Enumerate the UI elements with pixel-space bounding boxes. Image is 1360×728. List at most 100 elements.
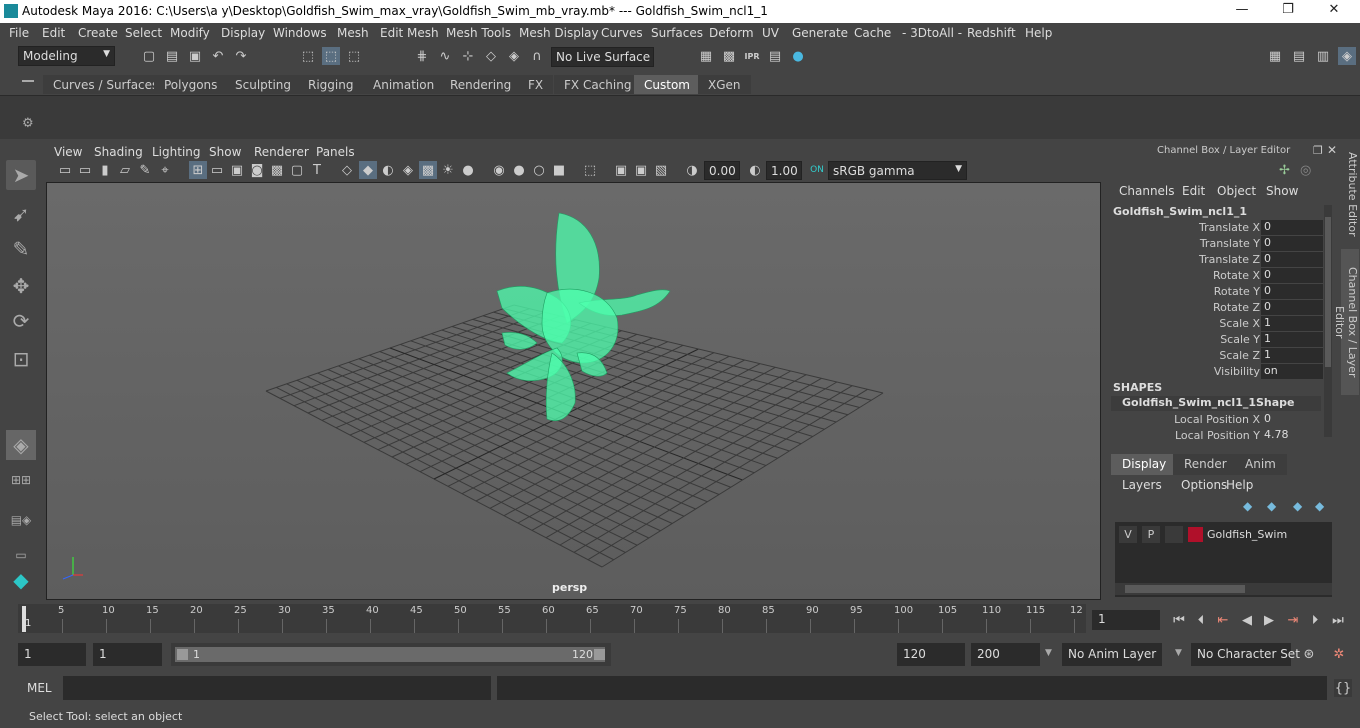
channels-menu[interactable]: Channels [1119,184,1175,198]
undo-icon[interactable]: ↶ [209,47,227,65]
new-scene-icon[interactable]: ▢ [140,47,158,65]
frame-all-icon[interactable]: ▧ [652,161,670,179]
channel-attr-label[interactable]: Translate Y [1200,237,1260,250]
menu-display[interactable]: Display [221,26,265,40]
channel-scrollbar[interactable] [1324,205,1332,437]
shelf-settings-gear-icon[interactable]: ⚙ [22,116,34,131]
exposure-icon[interactable]: ◑ [683,161,701,179]
multisample-aa-icon[interactable]: ● [510,161,528,179]
channel-attr-row[interactable]: Visibility on [1111,364,1323,380]
textured-icon[interactable]: ◈ [399,161,417,179]
channel-attr-row[interactable]: Scale X1 [1111,316,1323,332]
viewport-menu-panels[interactable]: Panels [316,145,355,159]
layer-options-menu[interactable]: Options [1181,478,1227,492]
menu-windows[interactable]: Windows [273,26,327,40]
current-frame-field[interactable]: 1 [1092,610,1160,630]
layer-scrollbar-thumb[interactable] [1125,585,1245,593]
camera-select-icon[interactable]: ▭ [56,161,74,179]
xray-joints-icon[interactable]: ▣ [612,161,630,179]
gamma-field[interactable]: 1.00 [766,161,802,180]
range-slider-handle[interactable] [175,647,605,662]
layer-help-menu[interactable]: Help [1226,478,1253,492]
menu-mesh[interactable]: Mesh [337,26,369,40]
modeling-toolkit-icon[interactable]: ▦ [1266,47,1284,65]
select-component-icon[interactable]: ⬚ [345,47,363,65]
channel-object-menu[interactable]: Object [1217,184,1256,198]
viewport-menu-view[interactable]: View [54,145,82,159]
channel-attr-value[interactable]: 1 [1261,332,1323,347]
channel-attr-value[interactable]: 0 [1261,252,1323,267]
menu-uv[interactable]: UV [762,26,779,40]
outliner-layout-icon[interactable]: ▤◈ [6,505,36,535]
paint-select-tool-icon[interactable]: ✎ [6,234,36,264]
layer-display-type-toggle[interactable] [1165,526,1183,543]
menu-edit-mesh[interactable]: Edit Mesh [380,26,439,40]
channel-show-menu[interactable]: Show [1266,184,1298,198]
smooth-shading-icon[interactable]: ◆ [359,161,377,179]
channel-attr-row[interactable]: Rotate Y0 [1111,284,1323,300]
shelf-tab-animation[interactable]: Animation [363,75,445,94]
channel-attr-row[interactable]: Scale Z1 [1111,348,1323,364]
range-slider[interactable]: 1 120 [171,643,611,666]
shape-attr-label[interactable]: Local Position Y [1175,429,1260,442]
menu-file[interactable]: File [9,26,29,40]
channel-attr-value[interactable]: 0 [1261,236,1323,251]
close-panel-icon[interactable]: ✕ [1327,143,1337,157]
layer-row[interactable]: V P Goldfish_Swim [1118,526,1333,544]
step-forward-frame-icon[interactable]: ⏵ [1306,611,1324,629]
anim-layer-chevron-down-icon[interactable]: ▼ [1045,648,1052,658]
shelf-tab-polygons[interactable]: Polygons [154,75,228,94]
move-layer-up-icon[interactable]: ◆ [1243,499,1252,513]
layer-tab-render[interactable]: Render [1173,454,1238,475]
channel-attr-label[interactable]: Scale X [1219,317,1260,330]
two-d-pan-icon[interactable]: ⌖ [156,161,174,179]
layer-name[interactable]: Goldfish_Swim [1207,528,1287,541]
world-axis-icon[interactable]: ✢ [1279,163,1290,178]
shelf-tab-custom[interactable]: Custom [634,75,700,94]
shelf-tab-fx[interactable]: FX [518,75,554,94]
xray-icon[interactable]: ⬚ [581,161,599,179]
mode-select[interactable]: Modeling ▼ [18,46,115,66]
channel-attr-row[interactable]: Translate Z0 [1111,252,1323,268]
channel-attr-label[interactable]: Scale Y [1220,333,1260,346]
animation-preferences-icon[interactable]: ✲ [1330,645,1348,663]
menu-select[interactable]: Select [125,26,162,40]
menu-curves[interactable]: Curves [601,26,643,40]
auto-key-icon[interactable]: ⊛ [1300,645,1318,663]
channel-attr-label[interactable]: Translate X [1199,221,1260,234]
open-scene-icon[interactable]: ▤ [163,47,181,65]
field-chart-icon[interactable]: ▩ [268,161,286,179]
viewport-menu-renderer[interactable]: Renderer [254,145,309,159]
channel-box-tab[interactable]: Channel Box / Layer Editor [1333,249,1359,395]
attribute-editor-tab[interactable]: Attribute Editor [1341,149,1359,239]
menu-edit[interactable]: Edit [42,26,65,40]
range-start-grip[interactable] [177,649,188,660]
channel-attr-row[interactable]: Rotate X0 [1111,268,1323,284]
shelf-tab-sculpting[interactable]: Sculpting [225,75,302,94]
shelf-tab-rendering[interactable]: Rendering [440,75,522,94]
channel-attr-value[interactable]: 0 [1261,220,1323,235]
channel-attr-label[interactable]: Scale Z [1219,349,1260,362]
hypershade-icon[interactable]: ● [789,47,807,65]
maximize-button[interactable]: ❐ [1268,2,1308,21]
char-set-chevron-down-icon[interactable]: ▼ [1175,648,1182,658]
shelf-tab-xgen[interactable]: XGen [698,75,751,94]
save-scene-icon[interactable]: ▣ [186,47,204,65]
menu-redshift[interactable]: Redshift [967,26,1016,40]
step-back-frame-icon[interactable]: ⏴ [1192,611,1210,629]
use-all-lights-icon[interactable]: ▩ [419,161,437,179]
channel-box-toggle-icon[interactable]: ◈ [1338,47,1356,65]
view-transform-select[interactable]: sRGB gamma ▼ [828,161,967,180]
snap-point-icon[interactable]: ⊹ [459,47,477,65]
menu-3dtoall[interactable]: - 3DtoAll - [902,26,962,40]
layer-tab-anim[interactable]: Anim [1234,454,1287,475]
go-to-start-icon[interactable]: ⏮ [1170,611,1188,629]
menu-help[interactable]: Help [1025,26,1052,40]
channel-attr-value[interactable]: 1 [1261,316,1323,331]
shape-attr-row[interactable]: Local Position Y 4.78 [1111,428,1323,444]
select-tool-arrow-icon[interactable]: ➤ [6,160,36,190]
layer-tab-display[interactable]: Display [1111,454,1178,475]
image-plane-icon[interactable]: ▱ [116,161,134,179]
select-hierarchy-icon[interactable]: ⬚ [299,47,317,65]
command-input[interactable] [63,676,491,700]
